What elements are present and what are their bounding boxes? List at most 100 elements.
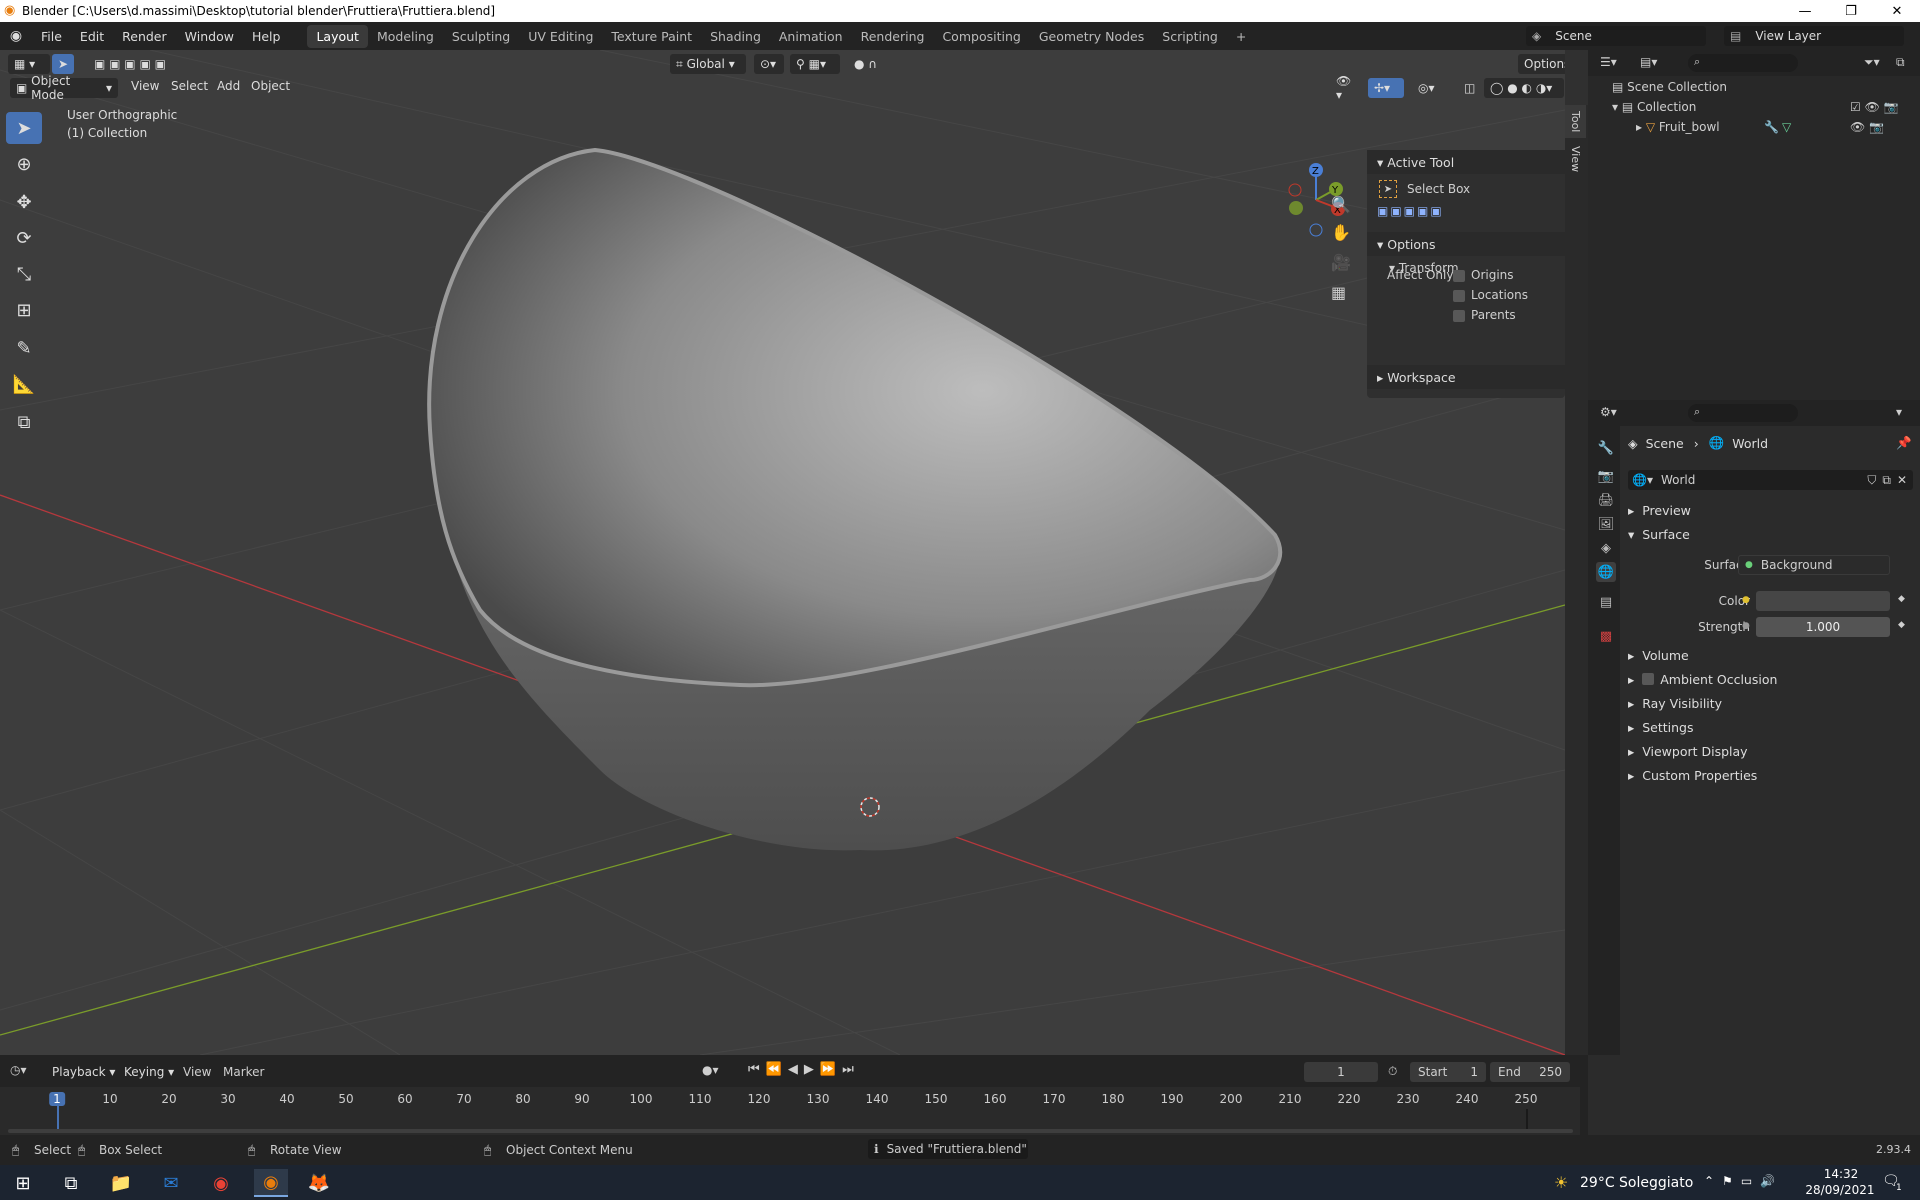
timeline-editor-icon[interactable]: ◷▾ — [10, 1063, 27, 1077]
keying-menu[interactable]: Keying ▾ — [118, 1062, 176, 1082]
pin-icon[interactable]: 📌 — [1896, 435, 1912, 451]
tab-rendering[interactable]: Rendering — [852, 25, 934, 48]
panel-settings[interactable]: ▸ Settings — [1628, 716, 1694, 738]
scene-tab-icon[interactable]: ◈ — [1596, 538, 1616, 558]
collection-tab-icon[interactable]: ▤ — [1596, 592, 1616, 612]
panel-viewport-display[interactable]: ▸ Viewport Display — [1628, 740, 1748, 762]
navigation-gizmo[interactable]: Z Y X — [1280, 110, 1352, 240]
properties-search-input[interactable]: ⌕ — [1688, 404, 1798, 422]
active-tool-header[interactable]: ▾ Active Tool — [1367, 150, 1565, 174]
tray-icons[interactable]: ⌃⚑▭🔊 — [1704, 1174, 1783, 1188]
preview-range-icon[interactable]: ⏱ — [1388, 1064, 1397, 1079]
tab-uv-editing[interactable]: UV Editing — [519, 25, 602, 48]
panel-custom-properties[interactable]: ▸ Custom Properties — [1628, 764, 1757, 786]
selection-modes[interactable]: ▣ ▣ ▣ ▣ ▣ — [88, 54, 184, 74]
tool-tab-icon[interactable]: 🔧 — [1596, 438, 1616, 458]
tab-tool[interactable]: Tool — [1565, 105, 1586, 139]
world-tab-icon[interactable]: 🌐 — [1596, 562, 1616, 582]
task-view-icon[interactable]: ⧉ — [54, 1169, 88, 1197]
ao-checkbox[interactable] — [1642, 673, 1655, 685]
options-dropdown[interactable]: Options▾ — [1518, 54, 1565, 74]
tab-view[interactable]: View — [1565, 140, 1586, 178]
scale-tool-icon[interactable]: ⤡ — [6, 258, 42, 290]
timeline-menu-view[interactable]: View — [183, 1065, 211, 1079]
measure-tool-icon[interactable]: 📐 — [6, 368, 42, 400]
transform-orientation-dropdown[interactable]: ⌗ Global ▾ — [670, 54, 746, 74]
menu-edit[interactable]: Edit — [71, 29, 113, 44]
outliner-editor-icon[interactable]: ☰▾ — [1600, 55, 1617, 69]
new-collection-icon[interactable]: ⧉ — [1896, 55, 1905, 70]
workspace-header[interactable]: ▸ Workspace — [1367, 365, 1565, 389]
viewport-menu-view[interactable]: View — [131, 79, 159, 93]
surface-shader-selector[interactable]: ● Background — [1738, 555, 1890, 575]
rotate-tool-icon[interactable]: ⟳ — [6, 222, 42, 254]
timeline[interactable]: ◷▾ Playback ▾ Keying ▾ View Marker ●▾ ⏮⏪… — [0, 1055, 1588, 1135]
view-layer-tab-icon[interactable]: 🖼 — [1596, 514, 1616, 534]
object-visibility-icons[interactable]: 👁 📷 — [1850, 120, 1884, 134]
display-mode-icon[interactable]: ▤▾ — [1640, 55, 1657, 69]
blender-taskbar-icon[interactable]: ◉ — [254, 1169, 288, 1197]
world-browse-icon[interactable]: 🌐▾ — [1632, 473, 1653, 487]
blender-menu-icon[interactable]: ◉ — [0, 28, 32, 44]
tab-shading[interactable]: Shading — [701, 25, 770, 48]
scene-collection-row[interactable]: ▤ Scene Collection — [1612, 80, 1727, 94]
gimp-icon[interactable]: 🦊 — [302, 1169, 336, 1197]
menu-render[interactable]: Render — [113, 29, 176, 44]
maximize-button[interactable]: ❐ — [1828, 0, 1874, 22]
parents-checkbox[interactable]: Parents — [1453, 308, 1516, 322]
tab-layout[interactable]: Layout — [307, 24, 368, 48]
render-tab-icon[interactable]: 📷 — [1596, 466, 1616, 486]
timeline-scrollbar[interactable] — [8, 1129, 1573, 1133]
strength-slider[interactable]: 1.000 — [1756, 617, 1890, 637]
filter-icon[interactable]: ⏷▾ — [1864, 55, 1880, 70]
panel-volume[interactable]: ▸ Volume — [1628, 644, 1689, 666]
tab-texture-paint[interactable]: Texture Paint — [602, 25, 701, 48]
snap-icon[interactable]: ⚲ ▦▾ — [790, 54, 840, 74]
panel-surface[interactable]: ▾ Surface — [1628, 523, 1690, 545]
timeline-menu-marker[interactable]: Marker — [223, 1065, 264, 1079]
texture-tab-icon[interactable]: ▩ — [1596, 626, 1616, 646]
collection-visibility-icons[interactable]: ☑ 👁 📷 — [1850, 100, 1899, 114]
menu-help[interactable]: Help — [243, 29, 290, 44]
tab-modeling[interactable]: Modeling — [368, 25, 443, 48]
fruit-bowl-row[interactable]: ▸ ▽ Fruit_bowl 🔧 ▽ 👁 📷 — [1636, 120, 1912, 134]
annotate-tool-icon[interactable]: ✎ — [6, 332, 42, 364]
color-keyframe-icon[interactable]: ◆ — [1898, 594, 1905, 604]
weather-text[interactable]: 29°C Soleggiato — [1580, 1175, 1693, 1191]
select-box-tool-icon[interactable]: ➤ — [6, 112, 42, 144]
select-box-modes[interactable]: ▣▣▣▣▣ — [1367, 204, 1565, 228]
clock-date[interactable]: 28/09/2021 — [1800, 1183, 1880, 1197]
mode-dropdown[interactable]: ▣ Object Mode ▾ — [10, 74, 118, 102]
windows-start-icon[interactable]: ⊞ — [6, 1169, 40, 1197]
panel-preview[interactable]: ▸ Preview — [1628, 499, 1691, 521]
close-button[interactable]: ✕ — [1874, 0, 1920, 22]
outlook-icon[interactable]: ✉ — [154, 1169, 188, 1197]
tab-animation[interactable]: Animation — [770, 25, 852, 48]
zoom-icon[interactable]: 🔍 — [1331, 195, 1351, 214]
chrome-icon[interactable]: ◉ — [204, 1169, 238, 1197]
cursor-tool-icon[interactable]: ⊕ — [6, 148, 42, 180]
viewport-menu-select[interactable]: Select — [171, 79, 208, 93]
visibility-icon[interactable]: 👁▾ — [1330, 74, 1358, 102]
world-datablock-selector[interactable]: 🌐▾ World ⛉⧉✕ — [1628, 470, 1913, 490]
pan-hand-icon[interactable]: ✋ — [1331, 223, 1351, 242]
properties-editor-icon[interactable]: ⚙▾ — [1600, 405, 1617, 419]
menu-window[interactable]: Window — [176, 29, 243, 44]
xray-icon[interactable]: ◫ — [1458, 78, 1478, 98]
world-name-field[interactable]: World — [1661, 473, 1695, 487]
playback-controls[interactable]: ⏮⏪◀▶⏩⏭ — [748, 1062, 860, 1077]
tab-scripting[interactable]: Scripting — [1153, 25, 1227, 48]
current-frame-field[interactable]: 1 — [1304, 1062, 1378, 1082]
tab-geometry-nodes[interactable]: Geometry Nodes — [1030, 25, 1153, 48]
color-swatch[interactable] — [1756, 591, 1890, 611]
end-frame-field[interactable]: End 250 — [1490, 1062, 1570, 1082]
shading-modes[interactable]: ◯ ● ◐ ◑▾ — [1484, 78, 1564, 98]
tab-sculpting[interactable]: Sculpting — [443, 25, 519, 48]
origins-checkbox[interactable]: Origins — [1453, 268, 1514, 282]
file-explorer-icon[interactable]: 📁 — [104, 1169, 138, 1197]
playback-menu[interactable]: Playback ▾ — [46, 1062, 115, 1082]
locations-checkbox[interactable]: Locations — [1453, 288, 1528, 302]
pivot-point-icon[interactable]: ⊙▾ — [754, 54, 784, 74]
panel-ray-visibility[interactable]: ▸ Ray Visibility — [1628, 692, 1722, 714]
transform-tool-icon[interactable]: ⊞ — [6, 294, 42, 326]
